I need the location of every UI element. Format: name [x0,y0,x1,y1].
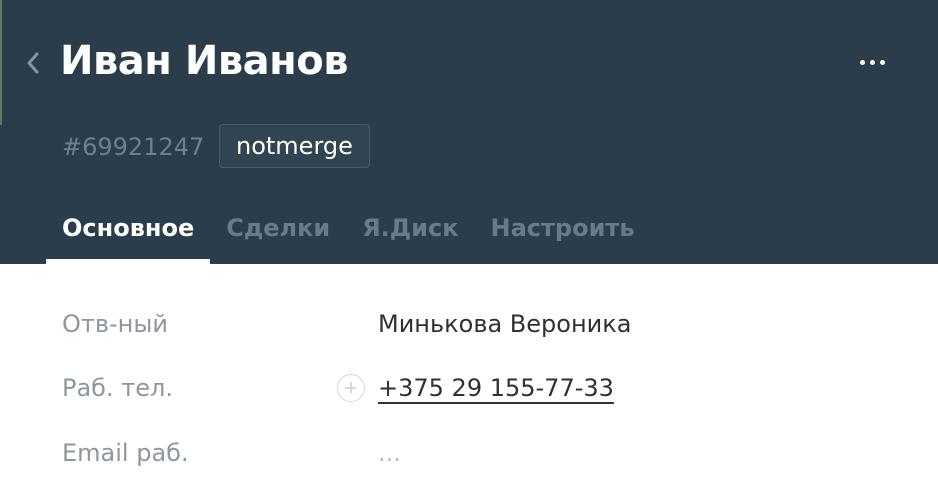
chevron-left-icon [26,51,40,75]
contact-header: Иван Иванов #69921247 notmerge Основное … [0,0,938,264]
tab-main[interactable]: Основное [46,206,211,264]
tab-yadisk[interactable]: Я.Диск [346,206,474,264]
field-row-responsible: Отв-ный Минькова Вероника [0,296,938,352]
field-row-work-phone: Раб. тел. +375 29 155-77-33 [0,360,938,416]
field-label: Раб. тел. [62,374,173,402]
more-options-button[interactable] [852,48,892,76]
work-phone-link[interactable]: +375 29 155-77-33 [378,360,614,416]
work-email-input[interactable]: ... [378,425,401,481]
edge-strip [0,0,2,125]
field-row-work-email: Email раб. ... [0,425,938,481]
back-button[interactable] [20,46,46,80]
field-label: Email раб. [62,439,189,467]
plus-circle-icon[interactable] [337,374,365,402]
tab-deals[interactable]: Сделки [210,206,346,264]
tag-chip[interactable]: notmerge [219,124,370,168]
responsible-value[interactable]: Минькова Вероника [378,296,631,352]
field-label: Отв-ный [62,310,168,338]
tab-bar: Основное Сделки Я.Диск Настроить [46,206,651,264]
tab-settings[interactable]: Настроить [475,206,651,264]
contact-id: #69921247 [62,133,205,161]
more-horizontal-icon [859,59,865,65]
contact-name[interactable]: Иван Иванов [60,36,349,86]
